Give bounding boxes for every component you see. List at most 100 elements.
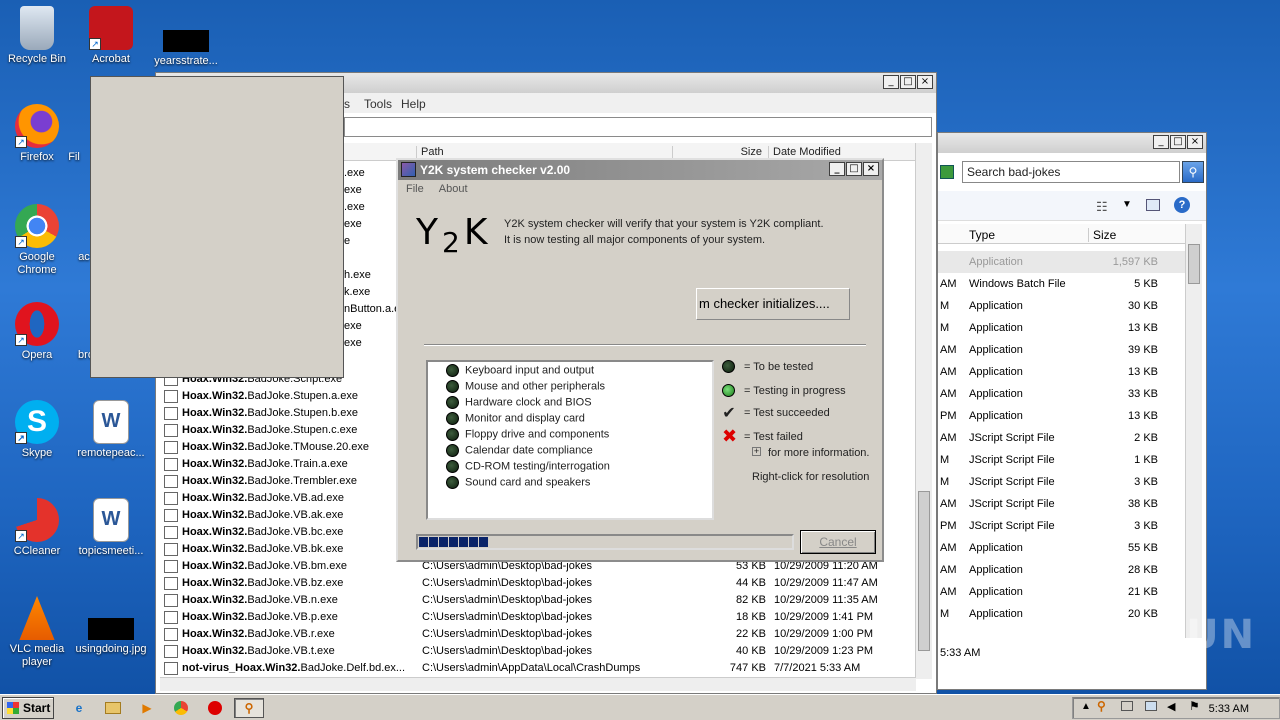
list-item[interactable]: Application 1,597 KB — [938, 251, 1188, 273]
address-input[interactable] — [344, 117, 932, 137]
list-item[interactable]: M JScript Script File 3 KB — [938, 471, 1188, 493]
desktop-icon-vlc[interactable]: VLC media player — [0, 596, 74, 669]
close-button[interactable]: × — [863, 162, 879, 176]
refresh-icon[interactable] — [940, 165, 954, 179]
menu-item-trunc[interactable]: s — [344, 97, 350, 111]
network-tray-icon[interactable] — [1145, 701, 1157, 711]
component-item[interactable]: Hardware clock and BIOS — [446, 396, 592, 412]
minimize-button[interactable]: _ — [829, 162, 845, 176]
monitor-tray-icon[interactable] — [1121, 701, 1133, 711]
word-document-icon: W — [93, 498, 129, 542]
table-row[interactable]: not-virus_Hoax.Win32.BadJoke.Delf.bd.ex.… — [162, 660, 912, 677]
flag-tray-icon[interactable]: ⚑ — [1189, 699, 1200, 713]
preview-pane-icon[interactable] — [1146, 199, 1160, 211]
desktop-icon-recycle-bin[interactable]: Recycle Bin — [0, 6, 74, 66]
start-button[interactable]: Start — [2, 697, 54, 719]
desktop-icon-ccleaner[interactable]: ↗ CCleaner — [0, 498, 74, 558]
desktop-icon-opera[interactable]: ↗ Opera — [0, 302, 74, 362]
menu-item-about[interactable]: About — [439, 183, 468, 195]
menu-item-help[interactable]: Help — [401, 97, 426, 111]
list-item[interactable]: M JScript Script File 1 KB — [938, 449, 1188, 471]
file-size: 22 KB — [736, 628, 766, 640]
list-item[interactable]: PM JScript Script File 3 KB — [938, 515, 1188, 537]
close-button[interactable]: × — [917, 75, 933, 89]
component-item[interactable]: Mouse and other peripherals — [446, 380, 605, 396]
desktop-icon-yearsstrate[interactable]: yearsstrate... — [149, 6, 223, 68]
explorer-vertical-scrollbar[interactable] — [915, 143, 932, 679]
maximize-button[interactable]: □ — [846, 162, 862, 176]
table-row[interactable]: Hoax.Win32.BadJoke.VB.t.exe C:\Users\admi… — [162, 643, 912, 660]
chrome-icon: ↗ — [15, 204, 59, 248]
table-row[interactable]: Hoax.Win32.BadJoke.VB.bz.exe C:\Users\adm… — [162, 575, 912, 592]
chevron-up-icon[interactable]: ▲ — [1081, 701, 1091, 712]
component-item[interactable]: CD-ROM testing/interrogation — [446, 460, 610, 476]
progress-block — [429, 537, 438, 547]
rexplorer-vertical-scrollbar[interactable] — [1185, 224, 1202, 638]
exe-file-icon — [164, 662, 178, 675]
component-item[interactable]: Calendar date compliance — [446, 444, 593, 460]
chrome-taskbar-icon[interactable] — [170, 698, 192, 718]
close-button[interactable]: × — [1187, 135, 1203, 149]
search-taskbar-icon[interactable]: ⚲ — [234, 698, 264, 718]
file-name-fragment: .exe — [344, 167, 365, 179]
progress-fill — [419, 537, 488, 547]
list-item[interactable]: AM Application 33 KB — [938, 383, 1188, 405]
desktop-icon-chrome[interactable]: ↗ Google Chrome — [0, 204, 74, 277]
list-item[interactable]: AM Application 13 KB — [938, 361, 1188, 383]
minimize-button[interactable]: _ — [883, 75, 899, 89]
list-item[interactable]: M Application 13 KB — [938, 317, 1188, 339]
type-column-header[interactable]: Type — [969, 228, 995, 242]
view-options-icon[interactable]: ☷ — [1096, 199, 1108, 215]
cancel-button[interactable]: Cancel — [800, 530, 876, 554]
exe-file-icon — [164, 390, 178, 403]
media-player-taskbar-icon[interactable]: ▶ — [136, 698, 158, 718]
desktop-icon-acrobat[interactable]: ↗ Acrobat Reader DC — [74, 6, 148, 66]
list-item[interactable]: AM JScript Script File 38 KB — [938, 493, 1188, 515]
search-icon[interactable]: ⚲ — [1182, 161, 1204, 183]
component-item[interactable]: Sound card and speakers — [446, 476, 590, 492]
search-tray-icon[interactable]: ⚲ — [1097, 699, 1106, 713]
desktop-icon-fil[interactable]: Fil — [54, 104, 94, 164]
component-test-list[interactable]: Keyboard input and output Mouse and other… — [426, 360, 714, 520]
desktop-icon-remotepeac[interactable]: W remotepeac... — [74, 400, 148, 460]
list-item[interactable]: AM JScript Script File 2 KB — [938, 427, 1188, 449]
file-name: Hoax.Win32.BadJoke.VB.p.exe — [182, 611, 338, 623]
list-item[interactable]: AM Application 21 KB — [938, 581, 1188, 603]
menu-item-file[interactable]: File — [406, 183, 424, 195]
file-type: Application — [969, 256, 1023, 268]
list-item[interactable]: AM Windows Batch File 5 KB — [938, 273, 1188, 295]
ie-taskbar-icon[interactable]: e — [68, 698, 90, 718]
chevron-down-icon[interactable]: ▼ — [1122, 199, 1132, 210]
list-item[interactable]: M Application 30 KB — [938, 295, 1188, 317]
explorer-horizontal-scrollbar[interactable] — [160, 677, 916, 691]
logo-letter-y: Y — [416, 212, 442, 253]
component-item[interactable]: Floppy drive and components — [446, 428, 609, 444]
initialize-status-button[interactable]: m checker initializes.... — [696, 288, 850, 320]
folder-taskbar-icon[interactable] — [102, 698, 124, 718]
maximize-button[interactable]: □ — [900, 75, 916, 89]
desktop-icon-skype[interactable]: S ↗ Skype — [0, 400, 74, 460]
minimize-button[interactable]: _ — [1153, 135, 1169, 149]
component-item[interactable]: Keyboard input and output — [446, 364, 594, 380]
file-path: C:\Users\admin\Desktop\bad-jokes — [422, 594, 592, 606]
search-input[interactable]: Search bad-jokes — [962, 161, 1180, 183]
menu-item-tools[interactable]: Tools — [364, 97, 392, 111]
list-item[interactable]: AM Application 39 KB — [938, 339, 1188, 361]
maximize-button[interactable]: □ — [1170, 135, 1186, 149]
list-item[interactable]: PM Application 13 KB — [938, 405, 1188, 427]
table-row[interactable]: Hoax.Win32.BadJoke.VB.p.exe C:\Users\admi… — [162, 609, 912, 626]
rexplorer-titlebar[interactable]: _ □ × — [938, 133, 1206, 153]
opera-taskbar-icon[interactable] — [204, 698, 226, 718]
list-item[interactable]: AM Application 55 KB — [938, 537, 1188, 559]
size-column-header[interactable]: Size — [1088, 228, 1116, 242]
list-item[interactable]: AM Application 28 KB — [938, 559, 1188, 581]
clock[interactable]: 5:33 AM — [1209, 703, 1249, 715]
table-row[interactable]: Hoax.Win32.BadJoke.VB.r.exe C:\Users\admi… — [162, 626, 912, 643]
table-row[interactable]: Hoax.Win32.BadJoke.VB.n.exe C:\Users\admi… — [162, 592, 912, 609]
y2k-titlebar[interactable]: Y2K system checker v2.00 _ □ × — [398, 160, 882, 180]
desktop-icon-topicsmeeti[interactable]: W topicsmeeti... — [74, 498, 148, 558]
desktop-icon-usingdoing[interactable]: usingdoing.jpg — [74, 596, 148, 656]
help-icon[interactable]: ? — [1174, 197, 1190, 213]
component-item[interactable]: Monitor and display card — [446, 412, 585, 428]
volume-tray-icon[interactable]: ◀ — [1167, 700, 1175, 713]
